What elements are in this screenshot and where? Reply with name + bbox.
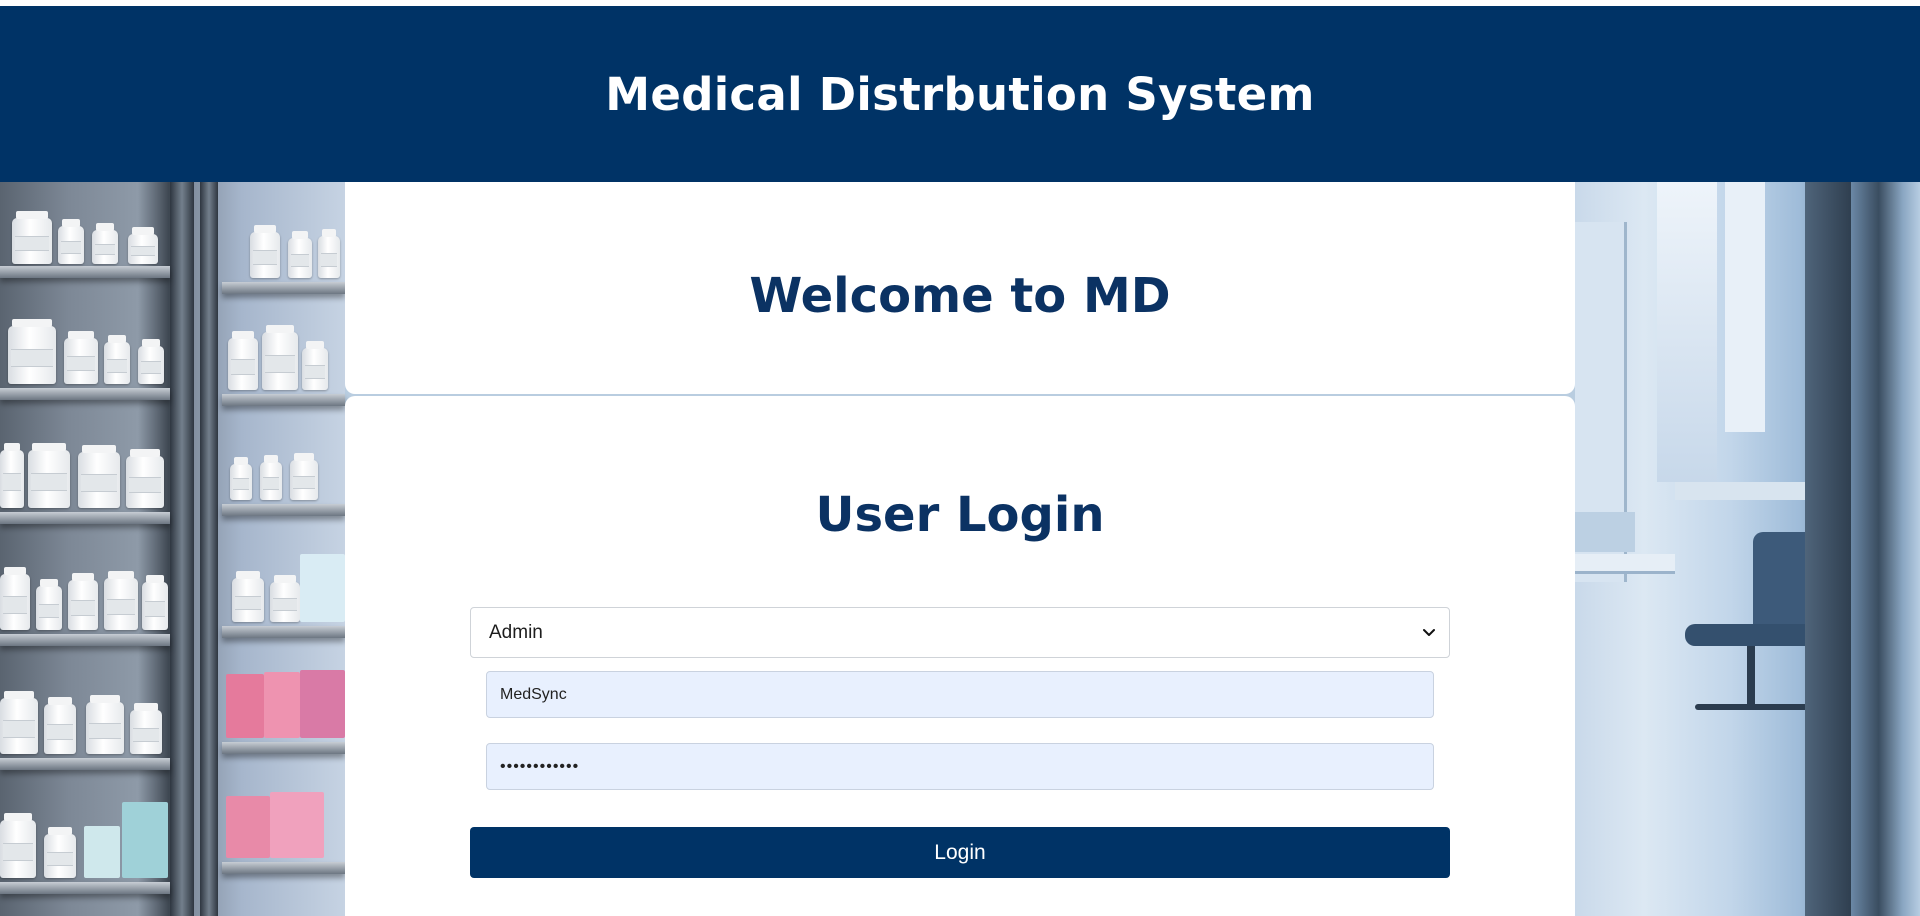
window-pane — [1657, 182, 1717, 482]
bottle — [0, 691, 38, 754]
medicine-box — [300, 554, 345, 622]
bottle — [228, 331, 258, 390]
bottle — [232, 571, 264, 622]
shelf — [222, 742, 345, 754]
bottle — [104, 571, 138, 630]
bottle — [142, 575, 168, 630]
lab-desk — [1575, 554, 1675, 574]
bottle — [270, 575, 300, 622]
role-select[interactable]: Admin — [470, 607, 1450, 658]
app-title: Medical Distrbution System — [605, 67, 1315, 121]
bottle — [68, 573, 98, 630]
login-button[interactable]: Login — [470, 827, 1450, 878]
welcome-title: Welcome to MD — [749, 268, 1171, 324]
shelf — [222, 394, 345, 406]
password-input[interactable]: •••••••••••• — [486, 743, 1434, 790]
medicine-box — [84, 826, 120, 878]
medicine-box — [226, 674, 264, 738]
chair-post — [1747, 646, 1755, 706]
bottle — [8, 319, 56, 384]
bottle — [130, 703, 162, 754]
bottle — [138, 339, 164, 384]
bottle — [0, 567, 30, 630]
bottle — [92, 223, 118, 264]
bottle — [0, 813, 36, 878]
username-input[interactable]: MedSync — [486, 671, 1434, 718]
bottle — [12, 211, 52, 264]
shelf — [0, 388, 170, 400]
shelf — [0, 882, 170, 894]
bottle — [86, 695, 124, 754]
medicine-box — [264, 672, 300, 738]
medicine-box — [300, 670, 345, 738]
bottle — [44, 697, 76, 754]
shelf — [0, 634, 170, 646]
chair-seat — [1685, 624, 1825, 646]
password-value: •••••••••••• — [500, 757, 580, 775]
shelf — [0, 758, 170, 770]
bottle — [104, 335, 130, 384]
medicine-box — [226, 796, 270, 858]
bottle — [262, 325, 298, 390]
shelf — [222, 626, 345, 638]
bottle — [36, 579, 62, 630]
medicine-box — [270, 792, 324, 858]
chair-base — [1695, 704, 1815, 710]
username-value: MedSync — [500, 685, 567, 703]
app-header: Medical Distrbution System — [0, 6, 1920, 182]
shelf — [222, 862, 345, 874]
role-select-value: Admin — [489, 621, 543, 643]
bottle — [64, 331, 98, 384]
bottle — [44, 827, 76, 878]
chevron-down-icon — [1423, 629, 1435, 636]
login-title: User Login — [815, 487, 1105, 543]
medicine-box — [122, 802, 168, 878]
bottle — [128, 227, 158, 264]
login-button-label: Login — [934, 840, 986, 864]
bottle — [302, 341, 328, 390]
bottle — [58, 219, 84, 264]
